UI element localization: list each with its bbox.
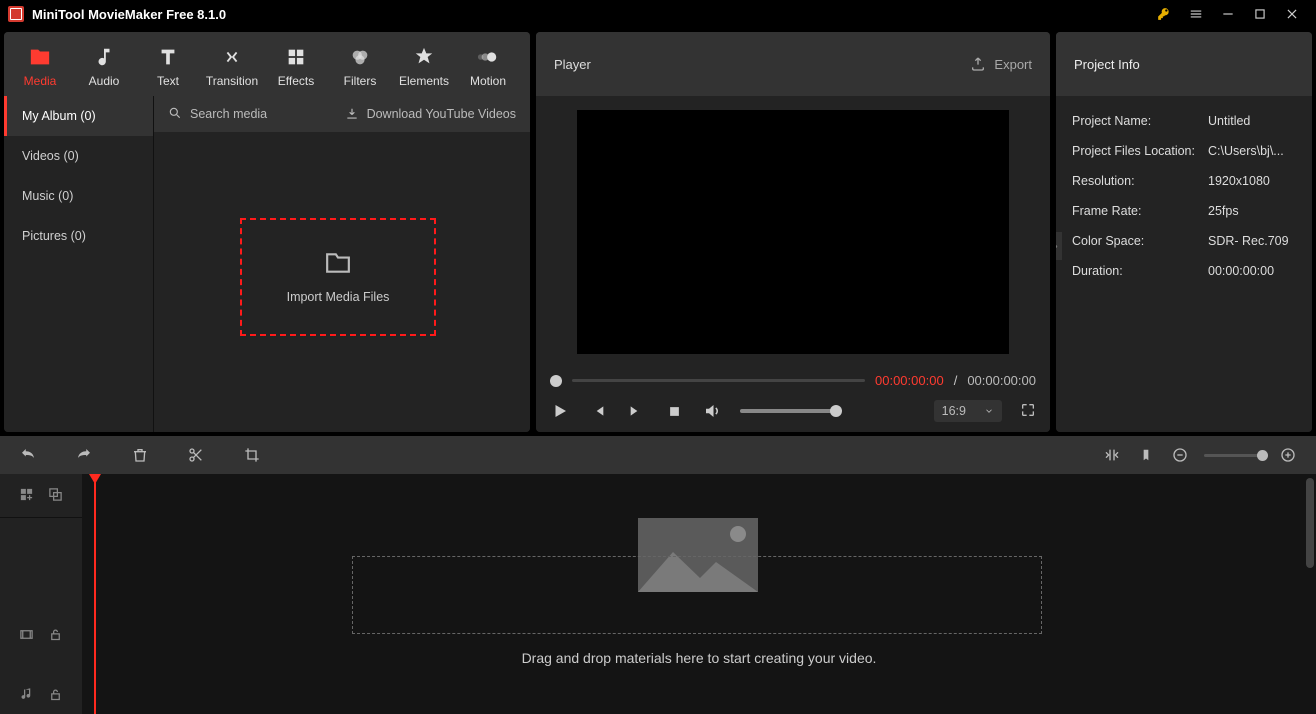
tab-label: Text bbox=[157, 74, 179, 88]
media-panel: Media Audio Text Transition Effects bbox=[4, 32, 530, 432]
tab-label: Transition bbox=[206, 74, 258, 88]
tab-transition[interactable]: Transition bbox=[200, 38, 264, 96]
audio-track-icon bbox=[19, 687, 34, 705]
info-row-colorspace: Color Space:SDR- Rec.709 bbox=[1072, 226, 1296, 256]
track-headers bbox=[0, 474, 82, 714]
drop-hint: Drag and drop materials here to start cr… bbox=[82, 650, 1316, 666]
info-row-location: Project Files Location:C:\Users\bj\... bbox=[1072, 136, 1296, 166]
download-youtube-button[interactable]: Download YouTube Videos bbox=[345, 107, 516, 121]
tab-label: Motion bbox=[470, 74, 506, 88]
app-title: MiniTool MovieMaker Free 8.1.0 bbox=[32, 7, 226, 22]
key-icon[interactable] bbox=[1148, 0, 1180, 28]
player-title: Player bbox=[554, 57, 591, 72]
preview-canvas bbox=[577, 110, 1009, 354]
import-media-button[interactable]: Import Media Files bbox=[240, 218, 436, 336]
split-button[interactable] bbox=[186, 445, 206, 465]
stop-button[interactable] bbox=[664, 401, 684, 421]
tab-audio[interactable]: Audio bbox=[72, 38, 136, 96]
search-icon[interactable] bbox=[168, 106, 182, 123]
tab-text[interactable]: Text bbox=[136, 38, 200, 96]
lock-icon[interactable] bbox=[48, 627, 63, 645]
play-button[interactable] bbox=[550, 401, 570, 421]
aspect-value: 16:9 bbox=[942, 404, 966, 418]
sidenav-pictures[interactable]: Pictures (0) bbox=[4, 216, 153, 256]
add-track-icon[interactable] bbox=[19, 487, 34, 505]
tab-filters[interactable]: Filters bbox=[328, 38, 392, 96]
delete-button[interactable] bbox=[130, 445, 150, 465]
tab-media[interactable]: Media bbox=[8, 38, 72, 96]
project-info-panel: › Project Info Project Name:Untitled Pro… bbox=[1056, 32, 1312, 432]
tab-label: Effects bbox=[278, 74, 314, 88]
info-row-resolution: Resolution:1920x1080 bbox=[1072, 166, 1296, 196]
next-frame-button[interactable] bbox=[626, 401, 646, 421]
fullscreen-button[interactable] bbox=[1020, 402, 1036, 421]
playhead[interactable] bbox=[94, 474, 96, 714]
zoom-in-button[interactable] bbox=[1278, 445, 1298, 465]
info-row-duration: Duration:00:00:00:00 bbox=[1072, 256, 1296, 286]
ribbon: Media Audio Text Transition Effects bbox=[4, 32, 530, 96]
undo-button[interactable] bbox=[18, 445, 38, 465]
info-row-project-name: Project Name:Untitled bbox=[1072, 106, 1296, 136]
tab-motion[interactable]: Motion bbox=[456, 38, 520, 96]
time-current: 00:00:00:00 bbox=[875, 373, 944, 388]
sidenav-music[interactable]: Music (0) bbox=[4, 176, 153, 216]
time-separator: / bbox=[954, 373, 958, 388]
download-label: Download YouTube Videos bbox=[367, 107, 516, 121]
tab-elements[interactable]: Elements bbox=[392, 38, 456, 96]
export-button[interactable]: Export bbox=[970, 56, 1032, 72]
sidenav-my-album[interactable]: My Album (0) bbox=[4, 96, 153, 136]
timeline-tracks[interactable]: Drag and drop materials here to start cr… bbox=[82, 474, 1316, 714]
info-row-framerate: Frame Rate:25fps bbox=[1072, 196, 1296, 226]
lock-icon[interactable] bbox=[48, 687, 63, 705]
prev-frame-button[interactable] bbox=[588, 401, 608, 421]
player-panel: Player Export 00:00:00:00 / 00:00:00:00 bbox=[536, 32, 1050, 432]
menu-icon[interactable] bbox=[1180, 0, 1212, 28]
redo-button[interactable] bbox=[74, 445, 94, 465]
aspect-ratio-select[interactable]: 16:9 bbox=[934, 400, 1002, 422]
titlebar: MiniTool MovieMaker Free 8.1.0 bbox=[0, 0, 1316, 28]
track-overlay-icon[interactable] bbox=[48, 487, 63, 505]
sidenav-videos[interactable]: Videos (0) bbox=[4, 136, 153, 176]
zoom-slider[interactable] bbox=[1204, 454, 1264, 457]
app-logo-icon bbox=[8, 6, 24, 22]
import-label: Import Media Files bbox=[287, 290, 390, 304]
close-button[interactable] bbox=[1276, 0, 1308, 28]
media-sidenav: My Album (0) Videos (0) Music (0) Pictur… bbox=[4, 96, 154, 432]
minimize-button[interactable] bbox=[1212, 0, 1244, 28]
seek-track[interactable] bbox=[572, 379, 865, 382]
export-label: Export bbox=[994, 57, 1032, 72]
time-duration: 00:00:00:00 bbox=[967, 373, 1036, 388]
vertical-scrollbar[interactable] bbox=[1306, 478, 1314, 568]
video-track-icon bbox=[19, 627, 34, 645]
tab-label: Filters bbox=[344, 74, 377, 88]
zoom-out-button[interactable] bbox=[1170, 445, 1190, 465]
seek-handle[interactable] bbox=[550, 375, 562, 387]
fit-timeline-button[interactable] bbox=[1102, 445, 1122, 465]
search-placeholder[interactable]: Search media bbox=[190, 107, 267, 121]
collapse-handle[interactable]: › bbox=[1056, 232, 1062, 260]
maximize-button[interactable] bbox=[1244, 0, 1276, 28]
volume-slider[interactable] bbox=[740, 409, 836, 413]
volume-button[interactable] bbox=[702, 401, 722, 421]
marker-button[interactable] bbox=[1136, 445, 1156, 465]
crop-button[interactable] bbox=[242, 445, 262, 465]
tab-label: Media bbox=[24, 74, 57, 88]
info-title: Project Info bbox=[1074, 57, 1140, 72]
edit-toolbar bbox=[0, 436, 1316, 474]
preview-area bbox=[536, 96, 1050, 367]
tab-label: Elements bbox=[399, 74, 449, 88]
drop-zone[interactable] bbox=[352, 556, 1042, 634]
tab-label: Audio bbox=[89, 74, 120, 88]
tab-effects[interactable]: Effects bbox=[264, 38, 328, 96]
